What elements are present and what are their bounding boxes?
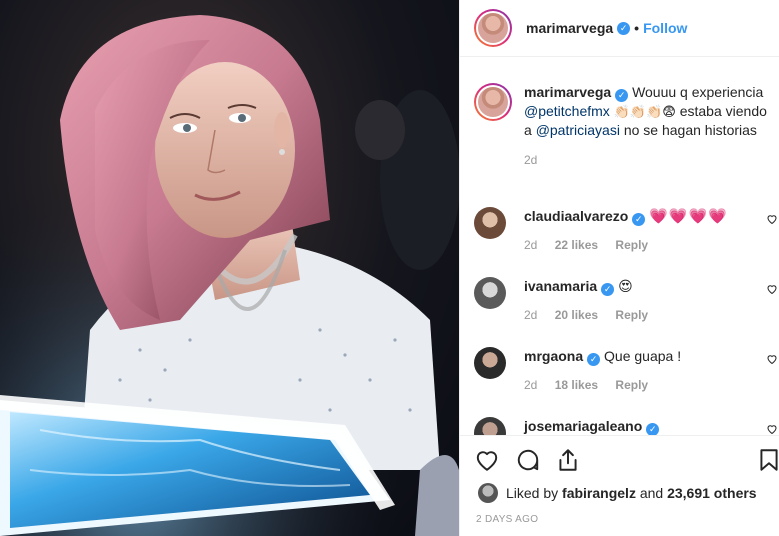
- comment-item: josemariagaleano ✓: [474, 417, 779, 435]
- likes-summary: Liked by fabirangelz and 23,691 others: [478, 483, 757, 503]
- commenter-avatar[interactable]: [474, 347, 506, 379]
- heart-outline-icon[interactable]: [474, 447, 500, 473]
- commenter-avatar[interactable]: [474, 277, 506, 309]
- comment-item: claudiaalvarezo ✓ 💗💗💗💗 2d 22 likes Reply: [474, 207, 779, 252]
- caption-text: marimarvega ✓ Wouuu q experiencia @petitc…: [524, 83, 774, 169]
- likes-count[interactable]: 23,691 others: [667, 485, 757, 501]
- commenter-username[interactable]: claudiaalvarezo: [524, 208, 628, 224]
- liker-avatar[interactable]: [478, 483, 498, 503]
- caption-timestamp[interactable]: 2d: [524, 151, 774, 169]
- comments-list[interactable]: marimarvega ✓ Wouuu q experiencia @petitc…: [460, 57, 779, 435]
- comment-timestamp[interactable]: 2d: [524, 378, 537, 392]
- comment-like-heart-icon[interactable]: [766, 213, 778, 225]
- author-username[interactable]: marimarvega: [526, 20, 613, 36]
- post-timestamp[interactable]: 2 DAYS AGO: [476, 514, 538, 525]
- share-upload-icon[interactable]: [555, 447, 581, 473]
- comment-like-heart-icon[interactable]: [766, 423, 778, 435]
- post-side-panel: marimarvega ✓ • Follow marimarvega ✓ Wouu…: [459, 0, 779, 536]
- comment-likes-count[interactable]: 22 likes: [555, 238, 598, 252]
- caption-text-part: no se hagan historias: [623, 122, 757, 138]
- comment-timestamp[interactable]: 2d: [524, 238, 537, 252]
- commenter-avatar[interactable]: [474, 207, 506, 239]
- caption-avatar[interactable]: [474, 83, 512, 121]
- reply-button[interactable]: Reply: [615, 238, 648, 252]
- author-avatar[interactable]: [474, 9, 512, 47]
- post-photo-illustration: [0, 0, 459, 536]
- mention-link[interactable]: @petitchefmx: [524, 103, 610, 119]
- caption-username[interactable]: marimarvega: [524, 84, 611, 100]
- comment-item: ivanamaria ✓ 😍 2d 20 likes Reply: [474, 277, 779, 322]
- comment-like-heart-icon[interactable]: [766, 353, 778, 365]
- post-header: marimarvega ✓ • Follow: [460, 0, 779, 57]
- commenter-username[interactable]: ivanamaria: [524, 278, 597, 294]
- post-actions: Liked by fabirangelz and 23,691 others 2…: [460, 435, 779, 536]
- comment-text: 😍: [618, 278, 633, 294]
- clapping-emoji-icon: 👏🏻👏🏻👏🏻😨: [613, 104, 676, 119]
- verified-badge-icon: ✓: [632, 213, 646, 226]
- commenter-avatar[interactable]: [474, 417, 506, 435]
- verified-badge-icon: ✓: [587, 353, 601, 366]
- separator-dot: •: [634, 20, 640, 36]
- verified-badge-icon: ✓: [617, 21, 631, 35]
- comment-item: mrgaona ✓ Que guapa ! 2d 18 likes Reply: [474, 347, 779, 392]
- reply-button[interactable]: Reply: [615, 378, 648, 392]
- comment-likes-count[interactable]: 18 likes: [555, 378, 598, 392]
- comment-likes-count[interactable]: 20 likes: [555, 308, 598, 322]
- commenter-username[interactable]: josemariagaleano: [524, 418, 642, 434]
- comment-like-heart-icon[interactable]: [766, 283, 778, 295]
- follow-button[interactable]: Follow: [643, 20, 687, 36]
- mention-link[interactable]: @patriciayasi: [536, 122, 620, 138]
- reply-button[interactable]: Reply: [615, 308, 648, 322]
- verified-badge-icon: ✓: [601, 283, 615, 296]
- bookmark-icon[interactable]: [756, 447, 779, 473]
- caption: marimarvega ✓ Wouuu q experiencia @petitc…: [474, 83, 774, 169]
- liker-username[interactable]: fabirangelz: [562, 485, 636, 501]
- comment-timestamp[interactable]: 2d: [524, 308, 537, 322]
- speech-bubble-icon[interactable]: [515, 447, 541, 473]
- post-photo[interactable]: [0, 0, 459, 536]
- likes-prefix: Liked by: [506, 485, 559, 501]
- commenter-username[interactable]: mrgaona: [524, 348, 583, 364]
- verified-badge-icon: ✓: [646, 423, 660, 435]
- comment-text: 💗💗💗💗: [649, 208, 728, 225]
- likes-mid: and: [639, 485, 664, 501]
- comment-text: Que guapa !: [604, 348, 682, 364]
- verified-badge-icon: ✓: [615, 89, 629, 102]
- caption-text-part: Wouuu q experiencia: [632, 84, 764, 100]
